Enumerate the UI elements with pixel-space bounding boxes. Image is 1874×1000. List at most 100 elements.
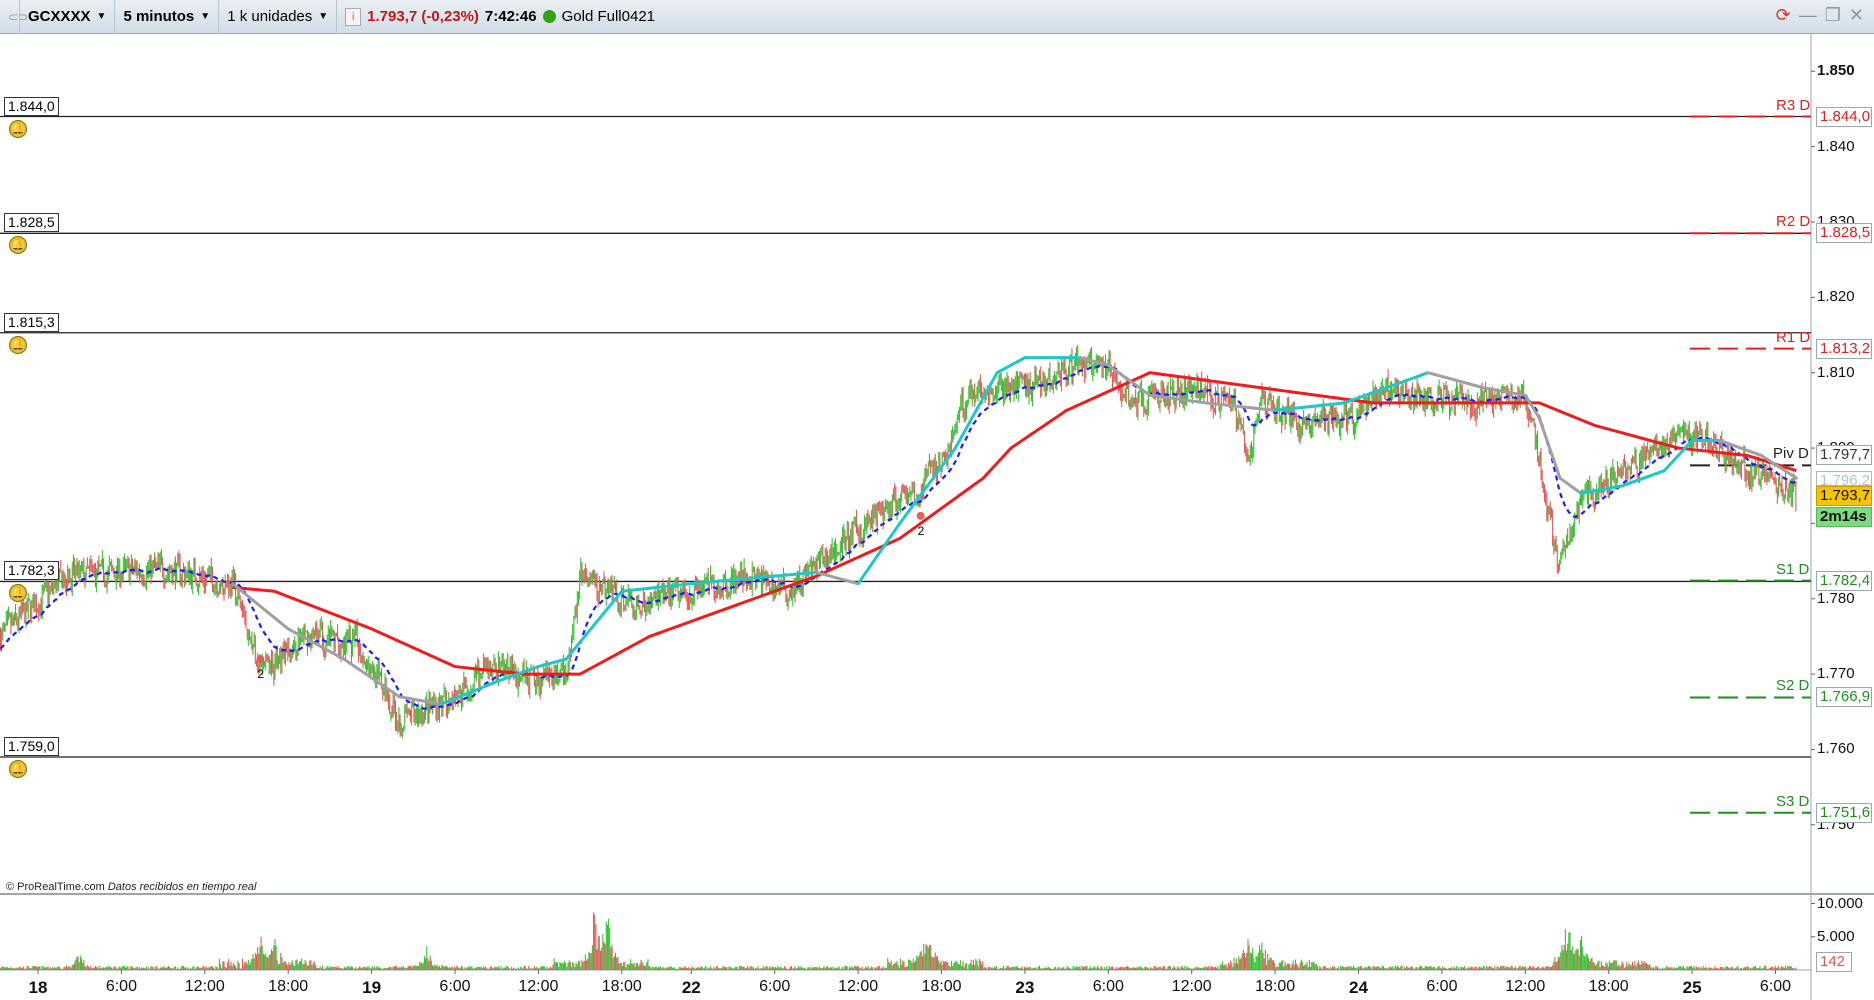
footer: © ProRealTime.com Datos recibidos en tie…	[6, 881, 256, 893]
ma-short-segment	[1787, 472, 1798, 480]
ma-short-segment	[870, 552, 881, 566]
info-icon[interactable]: i	[345, 7, 362, 26]
x-tick-label: 12:00	[518, 978, 559, 995]
volume-last-box: 142	[1816, 952, 1852, 972]
level-label[interactable]: 1.759,0	[4, 736, 59, 756]
symbol-dropdown[interactable]: GCXXXX ▼	[20, 0, 116, 34]
pivot-value: 1.751,6	[1816, 802, 1872, 823]
price-chart[interactable]	[0, 34, 1874, 1000]
ma-short-segment	[960, 421, 971, 437]
x-tick-label: 12:00	[1171, 978, 1212, 995]
x-tick-label: 12:00	[838, 978, 879, 995]
close-button[interactable]: ✕	[1849, 5, 1864, 26]
y-tick-label: 1.840	[1817, 137, 1855, 155]
timeframe-label: 5 minutos	[123, 8, 195, 25]
y-tick-label: 1.780	[1817, 589, 1855, 607]
pivot-label: R3 D	[1776, 96, 1811, 114]
x-tick-label: 18:00	[1588, 978, 1629, 995]
countdown-box: 2m14s	[1816, 506, 1872, 527]
signal-label: 2	[257, 667, 265, 682]
timeframe-dropdown[interactable]: 5 minutos ▼	[115, 0, 220, 34]
pivot-value: 1.782,4	[1816, 570, 1872, 591]
ema-dashed-line	[0, 365, 1797, 710]
chevron-down-icon: ▼	[200, 11, 211, 22]
pivot-value: 1.828,5	[1816, 223, 1872, 244]
ma-short-segment	[856, 572, 867, 586]
status-dot-icon	[542, 10, 556, 23]
x-tick-label: 22	[681, 978, 701, 997]
level-label[interactable]: 1.828,5	[4, 213, 59, 233]
y-tick-label: 1.810	[1817, 363, 1855, 381]
ma-short-segment	[606, 598, 617, 610]
ma-short-segment	[891, 521, 902, 535]
volume-y-tick-label: 10.000	[1817, 894, 1863, 912]
x-tick-label: 6:00	[1092, 978, 1124, 995]
x-tick-label: 12:00	[1505, 978, 1546, 995]
pivot-label: R1 D	[1776, 328, 1811, 346]
x-tick-label: 6:00	[1759, 978, 1792, 995]
link-icon[interactable]: ⊂⊃	[0, 0, 28, 34]
signal-label: 2	[917, 523, 925, 538]
quote-time: 7:42:46	[484, 8, 537, 25]
pivot-label: R2 D	[1776, 213, 1811, 231]
pivot-value: 1.766,9	[1816, 687, 1872, 708]
bell-alert-icon[interactable]: 🔔	[9, 335, 27, 354]
y-tick-label: 1.770	[1817, 665, 1855, 683]
signal-marker	[256, 655, 265, 664]
units-label: 1 k unidades	[227, 8, 313, 25]
pivot-label: S2 D	[1776, 677, 1810, 695]
x-tick-label: 18:00	[268, 978, 309, 995]
ma-short-segment	[1537, 416, 1548, 440]
bell-alert-icon[interactable]: 🔔	[9, 119, 27, 138]
x-tick-label: 18	[28, 978, 48, 997]
quote-info: i 1.793,7 (-0,23%) 7:42:46 Gold Full0421	[337, 0, 663, 34]
x-tick-label: 18:00	[1255, 978, 1296, 995]
ma-short-segment	[898, 512, 909, 525]
x-tick-label: 18:00	[921, 978, 962, 995]
ma-short-segment	[974, 396, 985, 412]
level-label[interactable]: 1.844,0	[4, 96, 59, 116]
ma-short-segment	[988, 371, 999, 387]
restore-button[interactable]: ❐	[1825, 5, 1841, 26]
realtime-note: Datos recibidos en tiempo real	[107, 881, 257, 893]
x-tick-label: 18:00	[601, 978, 642, 995]
last-price-box: 1.793,7	[1816, 485, 1872, 506]
chart-toolbar: ⊂⊃ GCXXXX ▼ 5 minutos ▼ 1 k unidades ▼ i 1.…	[0, 0, 1874, 34]
pivot-value: 1.813,2	[1816, 338, 1872, 359]
ma-short-segment	[926, 474, 937, 488]
pivot-label: Piv D	[1773, 445, 1809, 463]
bell-alert-icon[interactable]: 🔔	[9, 759, 27, 778]
pivot-value: 1.844,0	[1816, 106, 1872, 127]
chevron-down-icon: ▼	[96, 11, 107, 22]
symbol-label: GCXXXX	[28, 8, 91, 25]
ma-short-segment	[592, 615, 603, 627]
pivot-value: 1.797,7	[1816, 445, 1872, 466]
units-dropdown[interactable]: 1 k unidades ▼	[219, 0, 338, 34]
pivot-label: S3 D	[1776, 792, 1810, 810]
pivot-label: S1 D	[1776, 560, 1810, 578]
level-label[interactable]: 1.782,3	[4, 561, 59, 581]
price-change: 1.793,7 (-0,23%)	[367, 8, 479, 25]
ma-long-line	[232, 371, 1797, 676]
instrument-name: Gold Full0421	[561, 8, 656, 25]
ma-short-segment	[1669, 454, 1680, 465]
ma-short-segment	[585, 623, 596, 636]
ma-short-segment	[1544, 436, 1555, 460]
x-tick-label: 6:00	[1426, 978, 1458, 995]
window-controls: ⟳ — ❐ ✕	[1776, 5, 1864, 26]
x-tick-label: 25	[1682, 978, 1702, 997]
level-label[interactable]: 1.815,3	[4, 312, 59, 332]
x-tick-label: 6:00	[759, 978, 791, 995]
y-tick-label: 1.850	[1817, 62, 1855, 80]
x-tick-label: 6:00	[439, 978, 471, 995]
volume-y-tick-label: 5.000	[1817, 927, 1855, 945]
x-tick-label: 6:00	[105, 978, 137, 995]
y-tick-label: 1.820	[1817, 288, 1855, 306]
x-tick-label: 23	[1015, 978, 1035, 997]
ma-short-segment	[1662, 461, 1673, 473]
signal-marker	[916, 511, 925, 520]
minimize-button[interactable]: —	[1799, 5, 1817, 26]
ma-short-segment	[599, 606, 610, 619]
y-tick-label: 1.760	[1817, 740, 1855, 758]
sync-icon[interactable]: ⟳	[1776, 5, 1791, 26]
